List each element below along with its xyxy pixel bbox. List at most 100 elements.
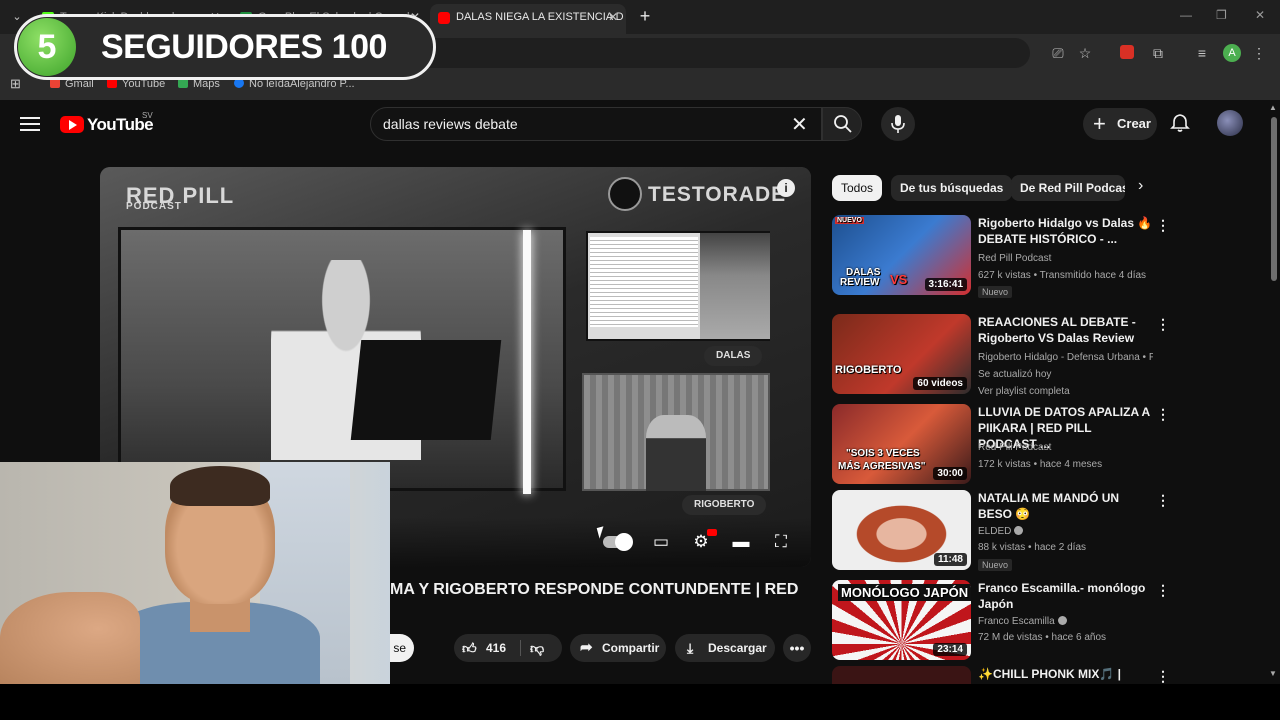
bear-logo-icon bbox=[608, 177, 642, 211]
more-options-icon[interactable]: ⋮ bbox=[1156, 492, 1170, 509]
chevron-right-icon[interactable]: › bbox=[1138, 177, 1143, 195]
theater-mode-icon[interactable]: ▬ bbox=[730, 531, 752, 553]
download-icon: ⤓ bbox=[687, 640, 694, 656]
media-control-icon[interactable]: ≡ bbox=[1193, 44, 1211, 62]
video-duration: 23:14 bbox=[933, 643, 967, 656]
more-options-icon[interactable]: ⋮ bbox=[1156, 217, 1170, 234]
thumbnail[interactable]: 11:48 bbox=[832, 490, 971, 570]
thumb-caption: RIGOBERTO bbox=[835, 364, 902, 376]
chip-red-pill[interactable]: De Red Pill Podcast bbox=[1011, 175, 1125, 201]
chip-todos[interactable]: Todos bbox=[832, 175, 883, 201]
more-options-icon[interactable]: ⋮ bbox=[1156, 406, 1170, 423]
browser-tab-active[interactable]: DALAS NIEGA LA EXISTENCIA D ✕ bbox=[430, 4, 626, 34]
scroll-down-icon[interactable]: ▼ bbox=[1269, 669, 1277, 678]
channel-name[interactable]: ELDED bbox=[978, 526, 1024, 537]
video-title[interactable]: NATALIA ME MANDÓ UN BESO 😳 bbox=[978, 490, 1153, 522]
thumbs-down-icon[interactable]: 👎︎ bbox=[530, 634, 544, 662]
host-camera-frame bbox=[118, 227, 566, 494]
browser-menu-icon[interactable]: ⋮ bbox=[1250, 44, 1268, 62]
voice-search-button[interactable] bbox=[881, 107, 915, 141]
fullscreen-icon[interactable]: ⛶ bbox=[770, 531, 792, 553]
share-icon: ➦ bbox=[580, 639, 593, 656]
thumbnail[interactable]: MONÓLOGO JAPÓN 23:14 bbox=[832, 580, 971, 660]
recommendation-item[interactable]: ✨CHILL PHONK MIX🎵 | 2025| ⋮ bbox=[832, 666, 1262, 684]
hd-badge bbox=[707, 529, 717, 536]
apps-icon[interactable]: ⊞ bbox=[10, 76, 21, 92]
video-stats: 172 k vistas • hace 4 meses bbox=[978, 459, 1103, 470]
scroll-thumb[interactable] bbox=[1271, 117, 1277, 281]
extensions-icon[interactable]: ⧉ bbox=[1149, 44, 1167, 62]
search-button[interactable] bbox=[822, 107, 862, 141]
video-duration: 30:00 bbox=[933, 467, 967, 480]
thumbnail[interactable]: NUEVO DALAS REVIEW VS 3:16:41 bbox=[832, 215, 971, 295]
bookmark-star-icon[interactable]: ☆ bbox=[1076, 44, 1094, 62]
menu-icon[interactable] bbox=[20, 117, 40, 131]
more-options-icon[interactable]: ⋮ bbox=[1156, 316, 1170, 333]
like-dislike-group: 👍︎ 416 👎︎ bbox=[454, 634, 562, 662]
video-title[interactable]: ✨CHILL PHONK MIX🎵 | 2025| bbox=[978, 666, 1153, 684]
extension-icon[interactable] bbox=[1120, 45, 1134, 59]
view-full-playlist[interactable]: Ver playlist completa bbox=[978, 386, 1070, 397]
profile-avatar[interactable]: A bbox=[1223, 44, 1241, 62]
verified-icon bbox=[1057, 616, 1067, 625]
video-title-main: MA Y RIGOBERTO RESPONDE CONTUNDENTE | RE… bbox=[390, 581, 799, 598]
chip-de-tus-busquedas[interactable]: De tus búsquedas bbox=[891, 175, 1013, 201]
create-label: Crear bbox=[1117, 116, 1151, 131]
thumb-caption: MÁS AGRESIVAS" bbox=[838, 461, 926, 472]
page-scrollbar[interactable]: ▲ ▼ bbox=[1268, 101, 1280, 684]
recommendation-item[interactable]: 11:48 NATALIA ME MANDÓ UN BESO 😳 ELDED 8… bbox=[832, 490, 1262, 574]
dalas-figure bbox=[700, 233, 770, 339]
search-input[interactable]: dallas reviews debate ✕ bbox=[370, 107, 822, 141]
create-button[interactable]: + Crear bbox=[1083, 108, 1157, 140]
video-stats: 88 k vistas • hace 2 días bbox=[978, 542, 1087, 553]
cast-icon[interactable]: ⎚ bbox=[1049, 44, 1067, 62]
tab-title: DALAS NIEGA LA EXISTENCIA D bbox=[456, 11, 624, 23]
video-title[interactable]: REAACIONES AL DEBATE - Rigoberto VS Dala… bbox=[978, 314, 1153, 346]
thumbnail[interactable]: RIGOBERTO 60 videos bbox=[832, 314, 971, 394]
new-tab-button[interactable]: + bbox=[634, 6, 656, 28]
streamer-hair bbox=[170, 466, 270, 506]
minimize-icon[interactable]: — bbox=[1180, 8, 1192, 22]
recommendation-item[interactable]: NUEVO DALAS REVIEW VS 3:16:41 Rigoberto … bbox=[832, 215, 1262, 299]
playlist-updated: Se actualizó hoy bbox=[978, 369, 1052, 380]
account-avatar[interactable] bbox=[1217, 110, 1243, 136]
maximize-icon[interactable]: ❐ bbox=[1216, 8, 1227, 22]
thumb-caption: NUEVO bbox=[835, 217, 864, 224]
download-button[interactable]: ⤓ Descargar bbox=[675, 634, 775, 662]
close-icon[interactable]: ✕ bbox=[608, 4, 618, 30]
like-count[interactable]: 416 bbox=[486, 634, 506, 662]
follower-count: 5 bbox=[18, 18, 76, 76]
player-brand-left-sub: PODCAST bbox=[126, 201, 182, 212]
close-window-icon[interactable]: ✕ bbox=[1255, 8, 1265, 22]
more-options-icon[interactable]: ⋮ bbox=[1156, 668, 1170, 684]
channel-name[interactable]: Red Pill Podcast bbox=[978, 253, 1051, 264]
channel-name[interactable]: Red Pill Podcast bbox=[978, 442, 1051, 453]
thumbnail[interactable] bbox=[832, 666, 971, 684]
subtitles-icon[interactable]: ▭ bbox=[650, 531, 672, 553]
notifications-bell-icon[interactable] bbox=[1170, 113, 1190, 133]
divider bbox=[520, 640, 521, 656]
share-button[interactable]: ➦ Compartir bbox=[570, 634, 666, 662]
channel-name[interactable]: Franco Escamilla bbox=[978, 616, 1067, 627]
more-actions-button[interactable]: ••• bbox=[783, 634, 811, 662]
recommendation-item[interactable]: RIGOBERTO 60 videos REAACIONES AL DEBATE… bbox=[832, 314, 1262, 398]
thumbs-up-icon[interactable]: 👍︎ bbox=[462, 634, 477, 662]
video-title[interactable]: Rigoberto Hidalgo vs Dalas 🔥 DEBATE HIST… bbox=[978, 215, 1153, 247]
video-duration: 3:16:41 bbox=[924, 278, 967, 291]
clear-icon[interactable]: ✕ bbox=[791, 112, 808, 137]
recommendation-item[interactable]: MONÓLOGO JAPÓN 23:14 Franco Escamilla.- … bbox=[832, 580, 1262, 664]
recommendation-item[interactable]: "SOIS 3 VECES MÁS AGRESIVAS" 30:00 LLUVI… bbox=[832, 404, 1262, 488]
autoplay-toggle[interactable] bbox=[603, 533, 633, 551]
country-code: SV bbox=[142, 111, 153, 120]
scroll-up-icon[interactable]: ▲ bbox=[1269, 103, 1277, 112]
download-label: Descargar bbox=[708, 641, 767, 655]
youtube-icon bbox=[438, 12, 450, 24]
more-options-icon[interactable]: ⋮ bbox=[1156, 582, 1170, 599]
follower-goal-overlay: 5 SEGUIDORES 100 bbox=[14, 14, 436, 80]
streamer-arm bbox=[0, 592, 140, 684]
info-icon[interactable]: i bbox=[777, 179, 795, 197]
thumbnail[interactable]: "SOIS 3 VECES MÁS AGRESIVAS" 30:00 bbox=[832, 404, 971, 484]
light-tube bbox=[523, 230, 531, 494]
channel-name[interactable]: Rigoberto Hidalgo - Defensa Urbana • Pl.… bbox=[978, 352, 1153, 363]
video-title[interactable]: Franco Escamilla.- monólogo Japón bbox=[978, 580, 1153, 612]
